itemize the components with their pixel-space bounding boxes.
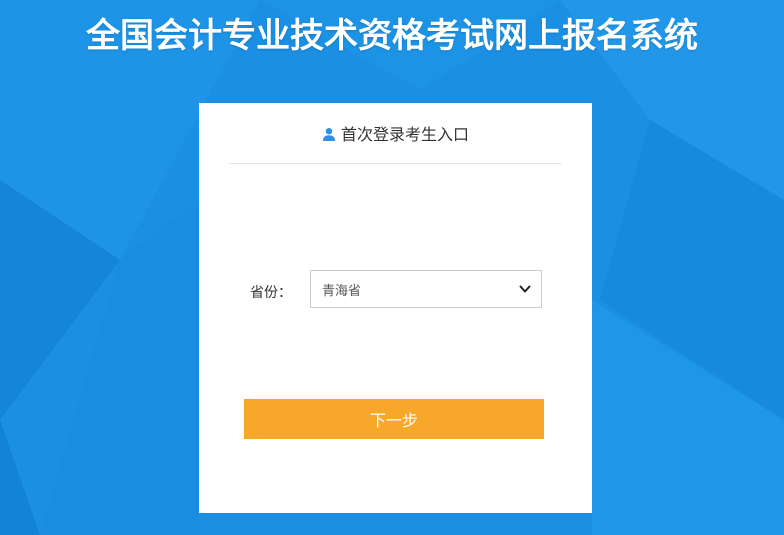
province-selected-value: 青海省 [322, 283, 362, 299]
user-icon [322, 128, 335, 141]
site-title: 全国会计专业技术资格考试网上报名系统 [86, 16, 698, 56]
chevron-down-icon [519, 285, 531, 293]
province-select[interactable]: 青海省 [310, 270, 542, 308]
card-header: 首次登录考生入口 [229, 103, 562, 164]
province-label: 省份： [250, 285, 292, 301]
login-card: 首次登录考生入口 省份： 青海省 下一步 [199, 103, 592, 513]
next-step-button[interactable]: 下一步 [244, 399, 544, 439]
card-heading: 首次登录考生入口 [340, 125, 469, 144]
